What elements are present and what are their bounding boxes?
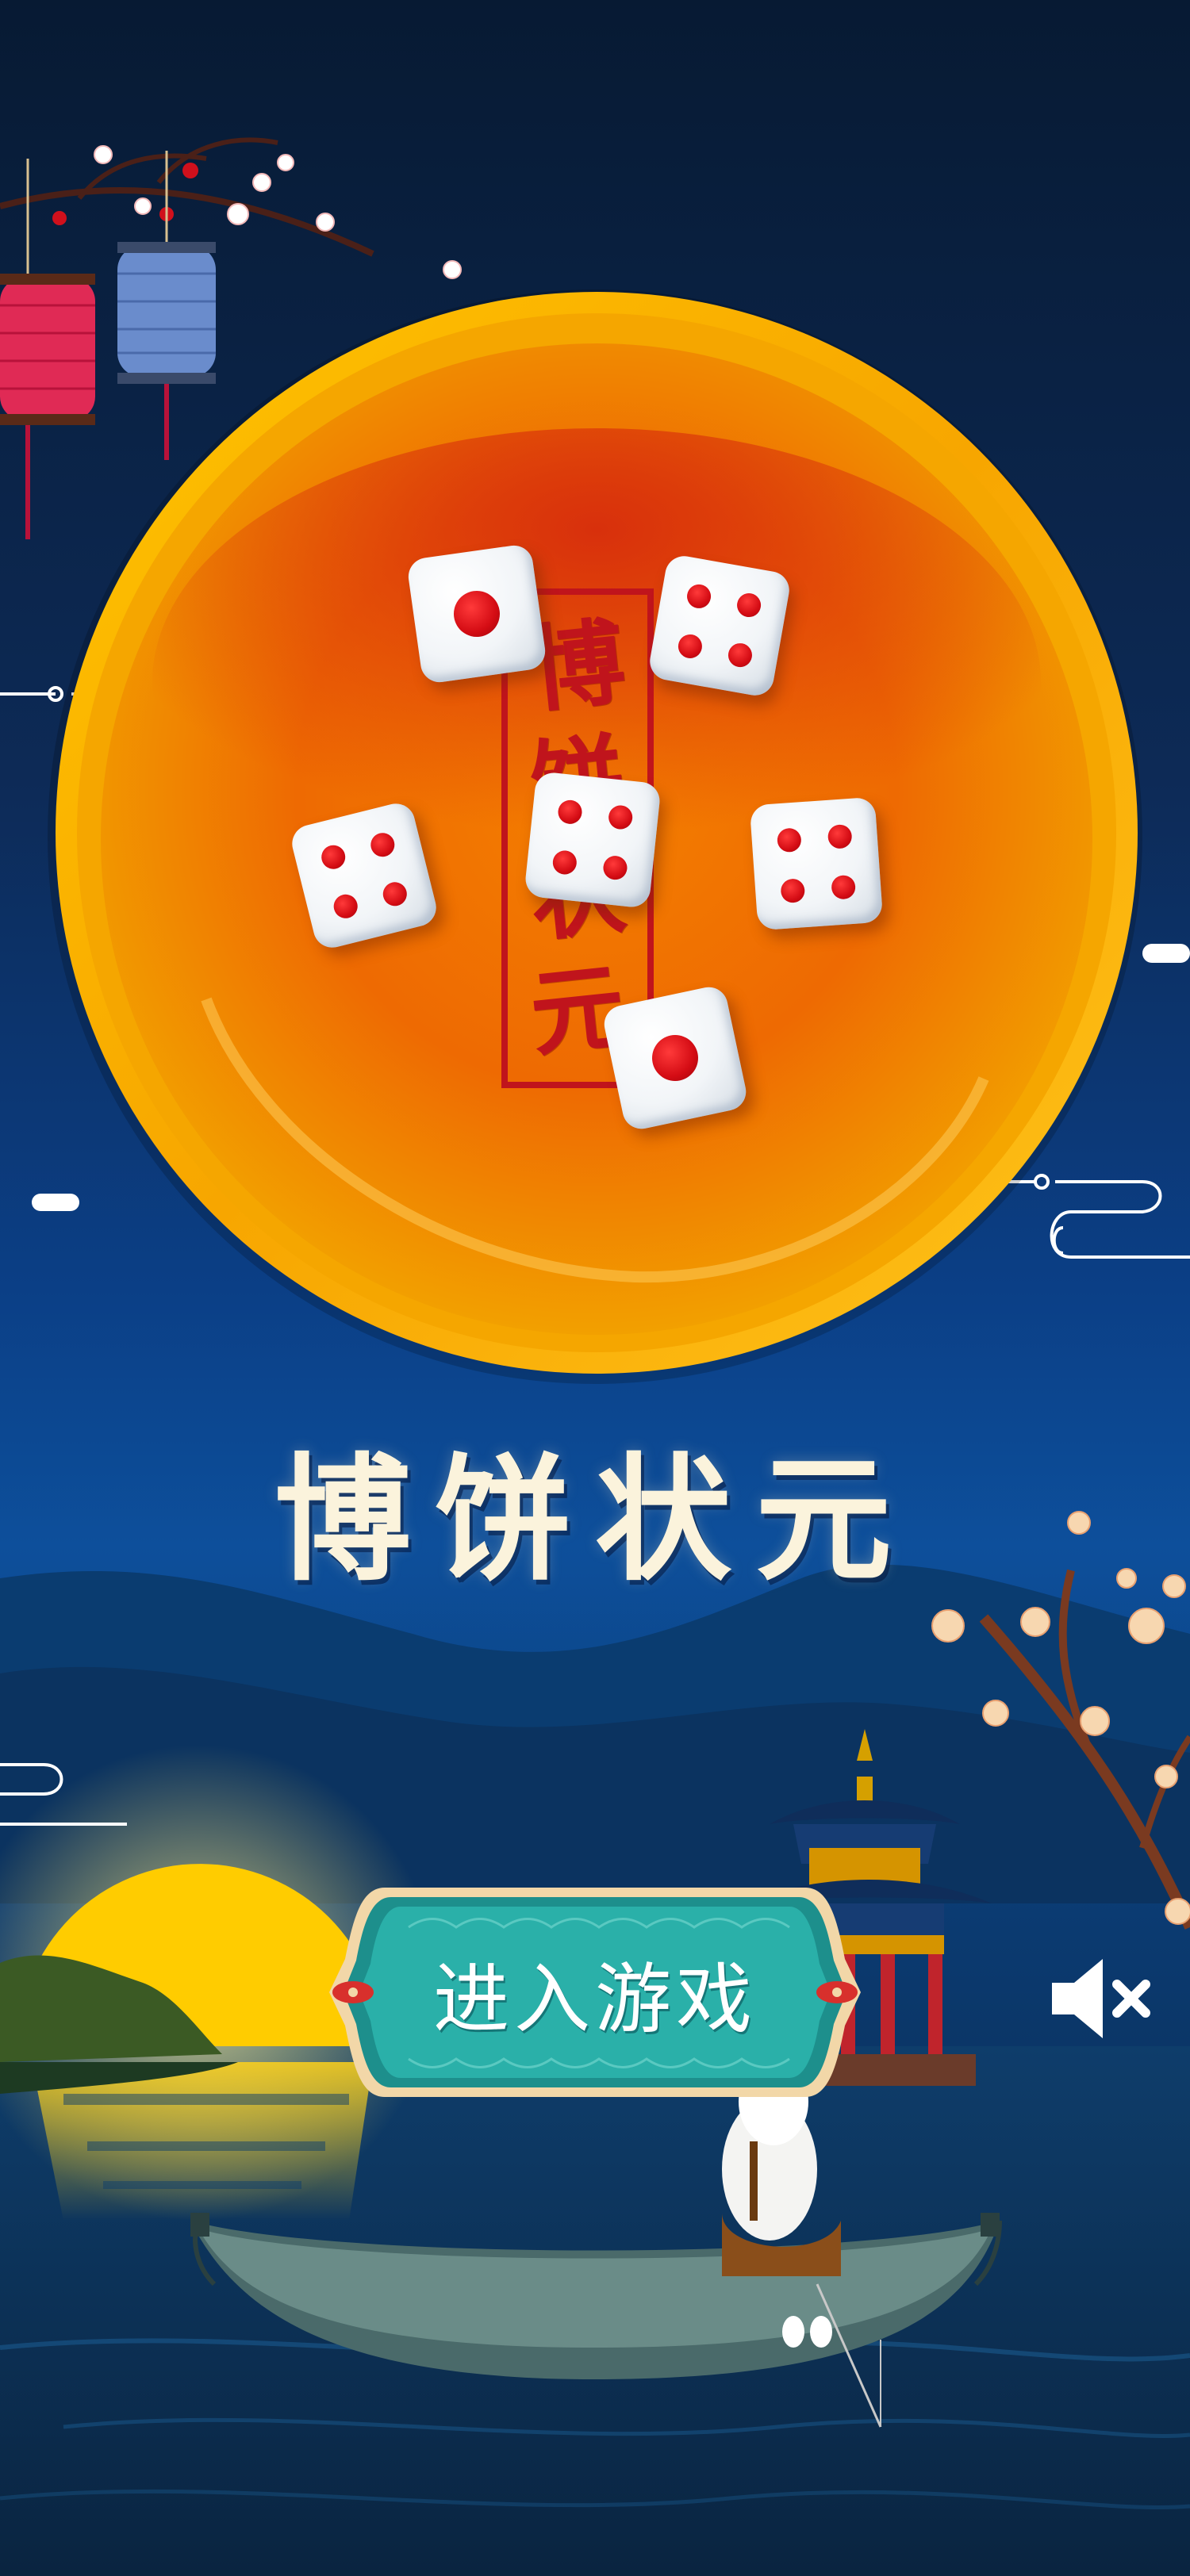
enter-game-label: 进入游戏	[433, 1954, 757, 2044]
die-one	[601, 983, 750, 1133]
enter-game-button[interactable]: 进入游戏	[329, 1872, 861, 2113]
game-start-screen: 博 饼 状 元 博饼状元	[0, 0, 1190, 2576]
game-title: 博饼状元	[274, 1439, 916, 1600]
die-pip	[607, 804, 634, 831]
die-pip	[726, 641, 754, 669]
die-pip	[368, 830, 397, 860]
die-pip	[831, 874, 857, 900]
die-pip	[676, 632, 704, 661]
die-four	[647, 553, 793, 699]
die-four	[524, 771, 662, 909]
die-pip	[647, 1030, 703, 1086]
die-pip	[551, 849, 578, 876]
die-pip	[601, 854, 628, 881]
die-pip	[776, 827, 802, 853]
die-pip	[451, 588, 503, 640]
die-pip	[557, 799, 584, 826]
sound-toggle-button[interactable]	[1046, 1951, 1157, 2046]
die-pip	[380, 880, 409, 909]
die-pip	[780, 878, 806, 904]
die-pip	[319, 842, 348, 872]
die-four	[749, 796, 884, 931]
die-one	[405, 542, 548, 685]
die-pip	[331, 891, 360, 921]
die-pip	[735, 591, 763, 619]
die-pip	[827, 823, 853, 849]
die-pip	[685, 582, 713, 611]
speaker-muted-icon	[1052, 1959, 1150, 2038]
background-scene	[0, 137, 1190, 2576]
